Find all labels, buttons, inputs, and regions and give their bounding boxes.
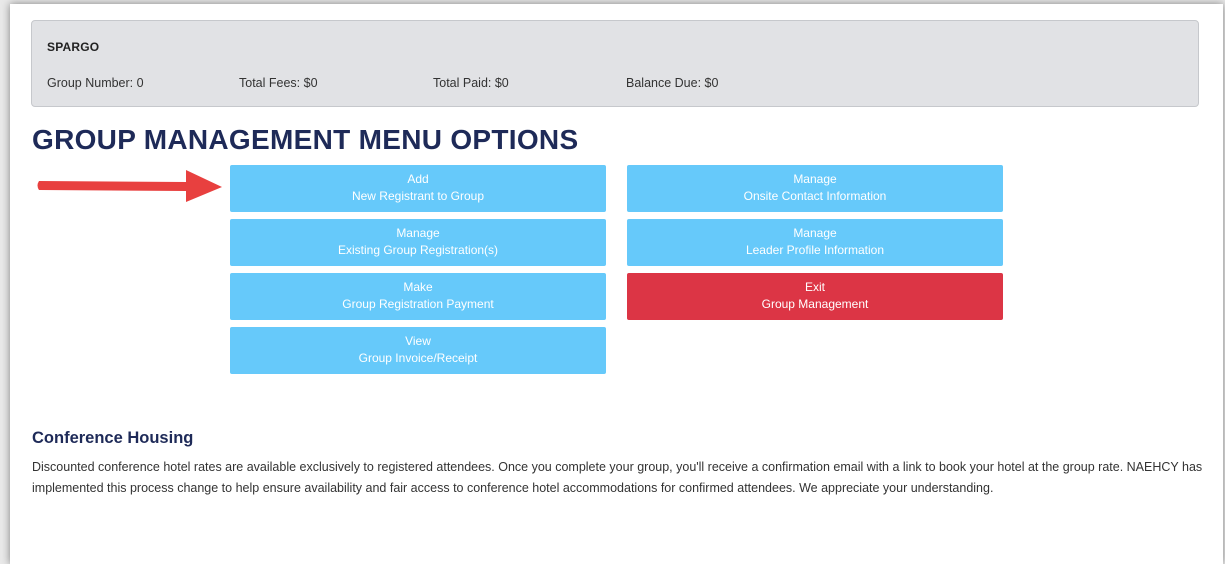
- group-name: SPARGO: [47, 40, 100, 54]
- conference-housing-heading: Conference Housing: [32, 429, 194, 447]
- add-registrant-line2: New Registrant to Group: [351, 189, 485, 203]
- view-invoice-button[interactable]: View Group Invoice/Receipt: [230, 327, 606, 374]
- red-arrow-right-icon: [37, 170, 222, 202]
- view-invoice-line1: View: [405, 334, 431, 348]
- page-title: GROUP MANAGEMENT MENU OPTIONS: [32, 124, 579, 155]
- leader-profile-line1: Manage: [793, 226, 837, 240]
- exit-line1: Exit: [804, 280, 825, 294]
- exit-group-management-button[interactable]: Exit Group Management: [627, 273, 1003, 320]
- leader-profile-line2: Leader Profile Information: [745, 243, 885, 257]
- group-summary-panel: SPARGO Group Number: 0 Total Fees: $0 To…: [31, 20, 1199, 107]
- onsite-contact-line2: Onsite Contact Information: [743, 189, 887, 203]
- add-registrant-button[interactable]: Add New Registrant to Group: [230, 165, 606, 212]
- group-number: Group Number: 0: [47, 76, 144, 90]
- balance-due: Balance Due: $0: [626, 76, 719, 90]
- make-payment-line2: Group Registration Payment: [342, 297, 494, 311]
- conference-housing-text: Discounted conference hotel rates are av…: [32, 460, 1203, 495]
- total-paid: Total Paid: $0: [433, 76, 509, 90]
- manage-leader-profile-button[interactable]: Manage Leader Profile Information: [627, 219, 1003, 266]
- manage-registrations-line2: Existing Group Registration(s): [337, 243, 499, 257]
- total-fees: Total Fees: $0: [239, 76, 318, 90]
- make-payment-button[interactable]: Make Group Registration Payment: [230, 273, 606, 320]
- manage-registrations-line1: Manage: [396, 226, 440, 240]
- manage-registrations-button[interactable]: Manage Existing Group Registration(s): [230, 219, 606, 266]
- add-registrant-line1: Add: [407, 172, 429, 186]
- onsite-contact-line1: Manage: [793, 172, 837, 186]
- page: SPARGO Group Number: 0 Total Fees: $0 To…: [10, 4, 1223, 564]
- view-invoice-line2: Group Invoice/Receipt: [358, 351, 478, 365]
- make-payment-line1: Make: [403, 280, 433, 294]
- manage-onsite-contact-button[interactable]: Manage Onsite Contact Information: [627, 165, 1003, 212]
- exit-line2: Group Management: [761, 297, 869, 311]
